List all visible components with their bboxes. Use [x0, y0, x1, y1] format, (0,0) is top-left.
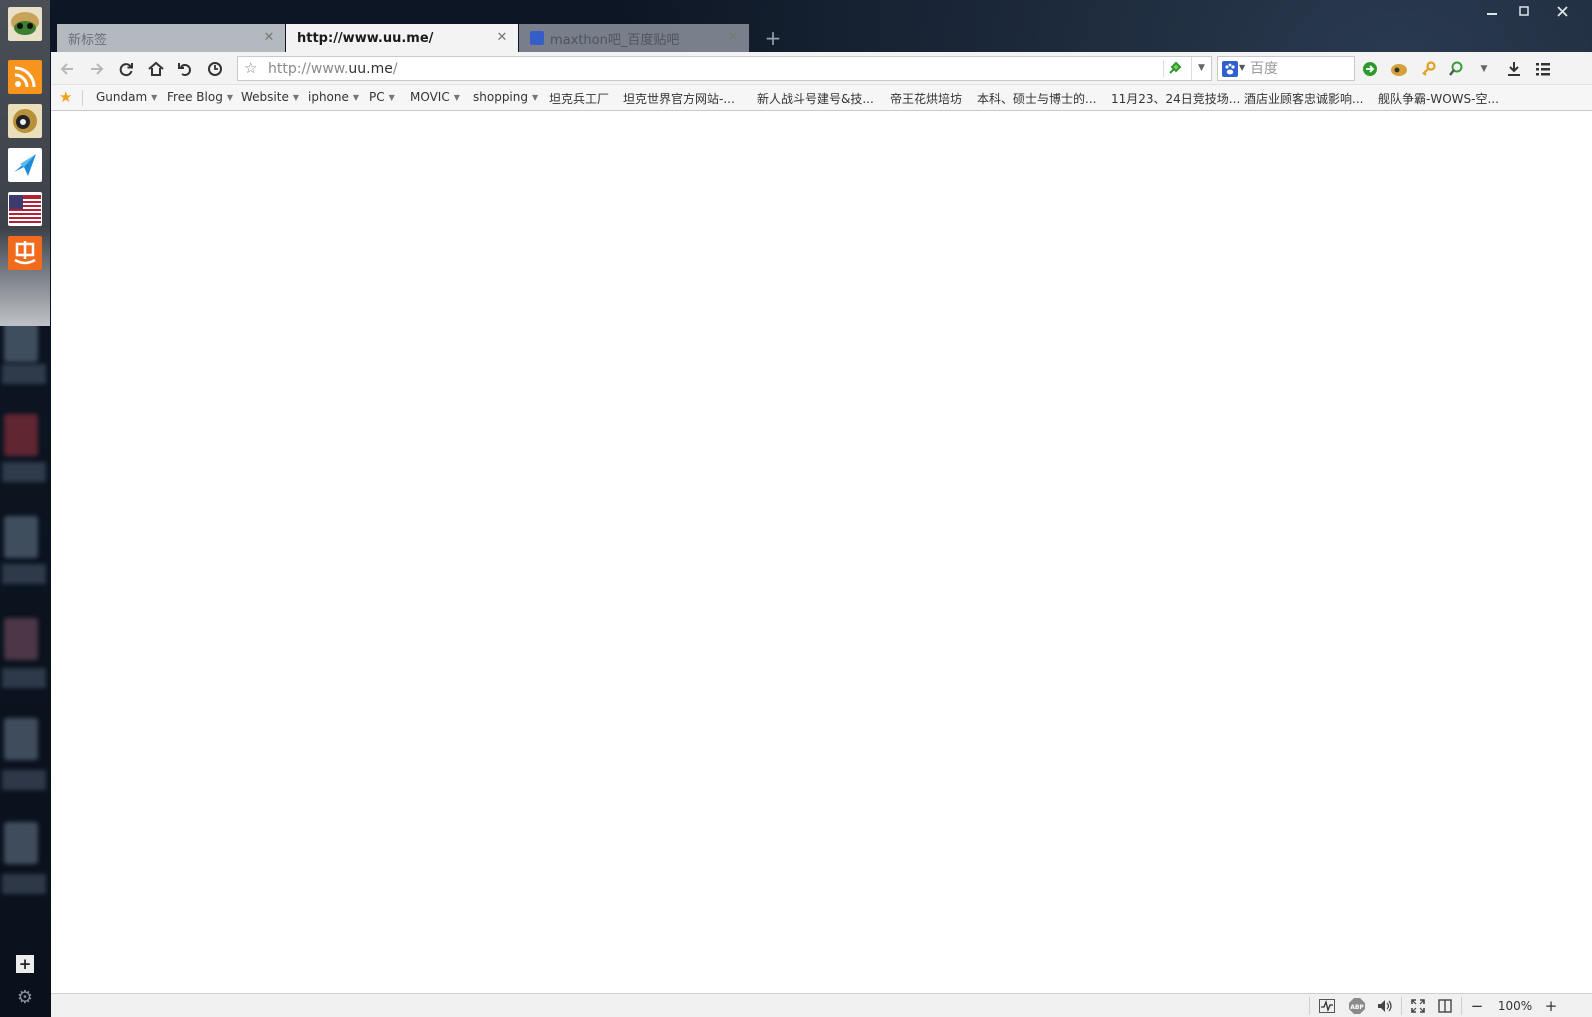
menu-icon[interactable] [1533, 59, 1553, 79]
tab-strip: 新标签 ✕ http://www.uu.me/ ✕ 🐾 maxthon吧_百度贴… [51, 24, 1592, 52]
fullscreen-icon[interactable] [1407, 997, 1429, 1015]
bookmark-folder-gundam[interactable]: Gundam ▼ [96, 90, 157, 104]
bookmark-folder-free-blog[interactable]: Free Blog ▼ [167, 90, 233, 104]
bookmark-link[interactable]: 本科、硕士与博士的... [977, 90, 1096, 107]
bookmark-folder-shopping[interactable]: shopping ▼ [473, 90, 538, 104]
engine-dropdown-icon[interactable]: ▼ [1239, 63, 1245, 72]
tab-uu-me[interactable]: http://www.uu.me/ ✕ [286, 24, 518, 52]
undo-icon[interactable] [175, 59, 195, 79]
chevron-down-icon: ▼ [151, 93, 158, 102]
activity-monitor-icon[interactable] [1316, 997, 1338, 1015]
go-icon[interactable] [1360, 59, 1380, 79]
chevron-down-icon: ▼ [352, 93, 360, 102]
tab-title: http://www.uu.me/ [297, 30, 434, 46]
tab-title: 新标签 [68, 32, 108, 48]
sidebar-add-button[interactable]: + [16, 955, 34, 973]
bookmark-folder-iphone[interactable]: iphone ▼ [308, 90, 359, 104]
address-divider [1163, 60, 1164, 78]
download-icon[interactable] [1504, 59, 1524, 79]
address-dropdown-icon[interactable]: ▼ [1191, 57, 1211, 80]
home-icon[interactable] [146, 59, 166, 79]
maxthon-avatar-icon[interactable] [8, 7, 42, 41]
bookmark-folder-pc[interactable]: PC ▼ [369, 90, 395, 104]
maximize-icon[interactable] [1508, 0, 1540, 22]
us-flag-icon[interactable] [8, 192, 42, 226]
zoom-level[interactable]: 100% [1491, 997, 1539, 1015]
bookmark-link[interactable]: 坦克兵工厂 [549, 90, 609, 107]
volume-icon[interactable] [1374, 997, 1396, 1015]
search-input[interactable] [1250, 59, 1350, 78]
status-divider [1309, 997, 1310, 1015]
browser-window: 新标签 ✕ http://www.uu.me/ ✕ 🐾 maxthon吧_百度贴… [51, 24, 1592, 1017]
tab-title: maxthon吧_百度贴吧 [550, 32, 680, 48]
adblock-plus-icon[interactable]: ABP [1346, 997, 1368, 1015]
forward-icon[interactable] [87, 59, 107, 79]
tab-maxthon-tieba[interactable]: 🐾 maxthon吧_百度贴吧 ✕ [519, 24, 749, 52]
status-divider [1401, 997, 1402, 1015]
extensions-icon[interactable] [1389, 59, 1409, 79]
hui-deals-icon[interactable] [8, 236, 42, 270]
bookmark-star-icon[interactable]: ☆ [244, 59, 257, 77]
bookmarks-divider [82, 90, 83, 106]
tab-close-icon[interactable]: ✕ [495, 31, 509, 45]
bookmark-folder-website[interactable]: Website ▼ [241, 90, 299, 104]
bookmark-link[interactable]: 11月23、24日竞技场... [1111, 90, 1240, 107]
status-bar: ABP − 100% + [51, 993, 1592, 1017]
game-app-icon[interactable] [8, 104, 42, 138]
chevron-down-icon: ▼ [226, 93, 233, 102]
address-bar[interactable]: ☆ http://www.uu.me/ ▼ [237, 56, 1212, 81]
address-url[interactable]: http://www.uu.me/ [268, 61, 398, 77]
minimize-icon[interactable] [1476, 0, 1508, 22]
back-icon[interactable] [57, 59, 77, 79]
password-key-icon[interactable] [1418, 59, 1438, 79]
chevron-down-icon: ▼ [532, 93, 539, 102]
gear-icon[interactable]: ⚙ [14, 987, 36, 1009]
new-tab-button[interactable]: + [763, 28, 783, 48]
bird-app-icon[interactable] [8, 148, 42, 182]
refresh-icon[interactable] [116, 59, 136, 79]
bookmark-link[interactable]: 帝王花烘培坊 [890, 90, 962, 107]
chevron-down-icon: ▼ [388, 93, 395, 102]
zoom-out-button[interactable]: − [1467, 997, 1487, 1015]
more-caret-icon[interactable]: ▼ [1474, 59, 1494, 79]
chevron-down-icon: ▼ [453, 93, 460, 102]
window-controls [1476, 0, 1584, 24]
zoom-in-button[interactable]: + [1541, 997, 1561, 1015]
bookmark-folder-movic[interactable]: MOVIC ▼ [410, 90, 460, 104]
bookmark-link[interactable]: 新人战斗号建号&技... [757, 90, 874, 107]
rss-icon[interactable] [8, 60, 42, 94]
maxthon-sidebar: + ⚙ [0, 0, 50, 1017]
bookmarks-bar: ★ Gundam ▼ Free Blog ▼ Website ▼ iphone ▼ PC… [51, 85, 1592, 111]
bookmark-link[interactable]: 坦克世界官方网站-... [623, 90, 735, 107]
navigation-toolbar: ☆ http://www.uu.me/ ▼ ▼ ▼ [51, 52, 1592, 85]
search-box: ▼ [1217, 56, 1355, 81]
history-icon[interactable] [205, 59, 225, 79]
close-icon[interactable] [1540, 0, 1584, 22]
tab-close-icon[interactable]: ✕ [726, 31, 740, 45]
baidu-paw-icon: 🐾 [530, 31, 544, 45]
status-divider [1461, 997, 1462, 1015]
plugin-icon[interactable] [1167, 60, 1183, 79]
chevron-down-icon: ▼ [292, 93, 299, 102]
abp-label: ABP [1350, 1004, 1364, 1011]
bookmark-link[interactable]: 酒店业顾客忠诚影响... [1244, 90, 1363, 107]
split-view-icon[interactable] [1434, 997, 1456, 1015]
tab-close-icon[interactable]: ✕ [262, 31, 276, 45]
zoom-search-icon[interactable] [1446, 59, 1466, 79]
baidu-engine-icon[interactable] [1222, 61, 1238, 80]
bookmark-link[interactable]: 舰队争霸-WOWS-空... [1378, 90, 1499, 107]
tab-new-tab[interactable]: 新标签 ✕ [57, 24, 285, 52]
page-content[interactable] [51, 111, 1592, 993]
favorites-star-icon[interactable]: ★ [59, 88, 72, 106]
